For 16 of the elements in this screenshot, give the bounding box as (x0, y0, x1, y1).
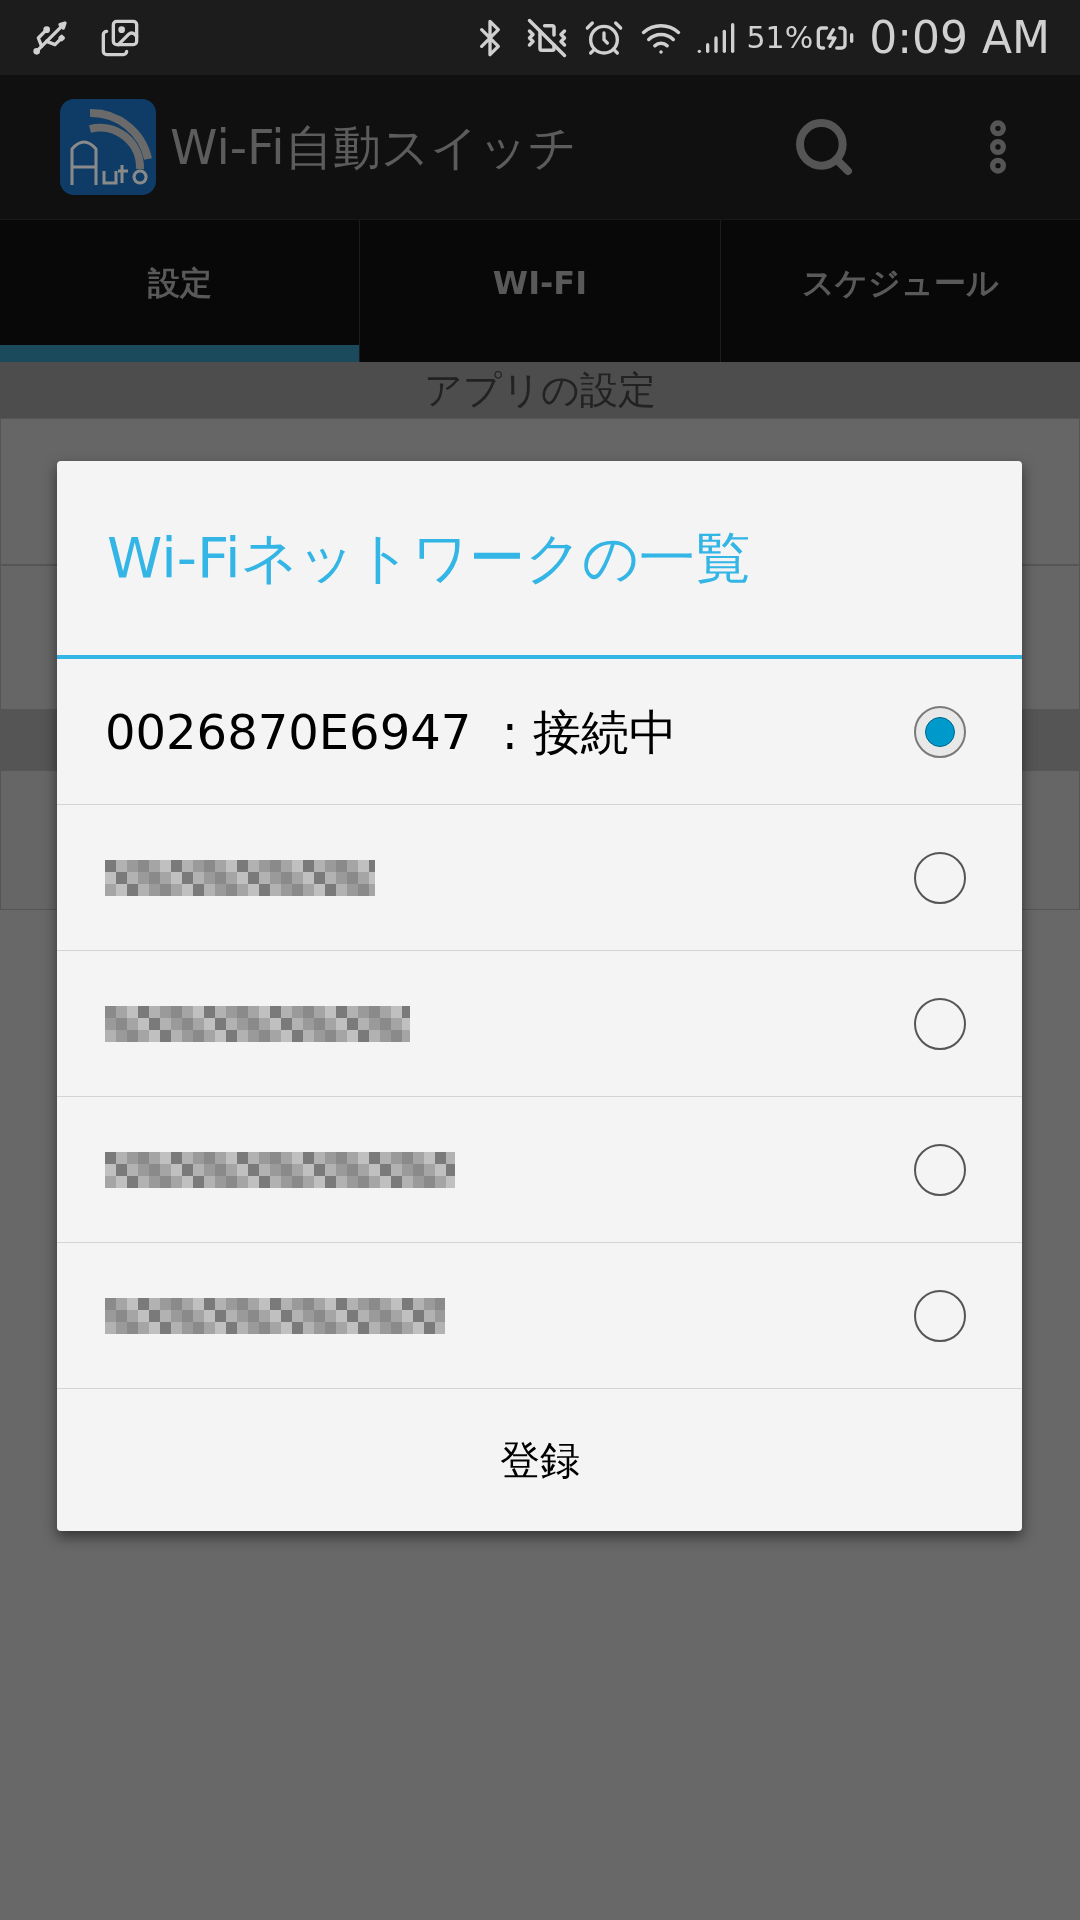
image-icon (100, 17, 140, 58)
radio-button[interactable] (914, 1143, 966, 1196)
radio-button[interactable] (914, 851, 966, 904)
radio-button[interactable] (914, 705, 966, 758)
network-label: 0026870E6947 : 接続中 (105, 702, 678, 762)
network-row[interactable]: 0026870E6947 : 接続中 (57, 659, 1022, 805)
register-button[interactable]: 登録 (57, 1389, 1022, 1531)
tab[interactable]: 設定 (0, 220, 360, 362)
radio-button[interactable] (914, 997, 966, 1050)
app-title: Wi-Fi自動スイッチ (170, 118, 577, 177)
radio-button[interactable] (914, 1289, 966, 1342)
app-logo-icon[interactable] (60, 99, 156, 195)
battery-percent: 51% (746, 19, 814, 57)
dialog-title: Wi-Fiネットワークの一覧 (107, 524, 751, 592)
clock: 0:09 AM (869, 10, 1050, 65)
vibrate-off-icon (526, 16, 569, 59)
